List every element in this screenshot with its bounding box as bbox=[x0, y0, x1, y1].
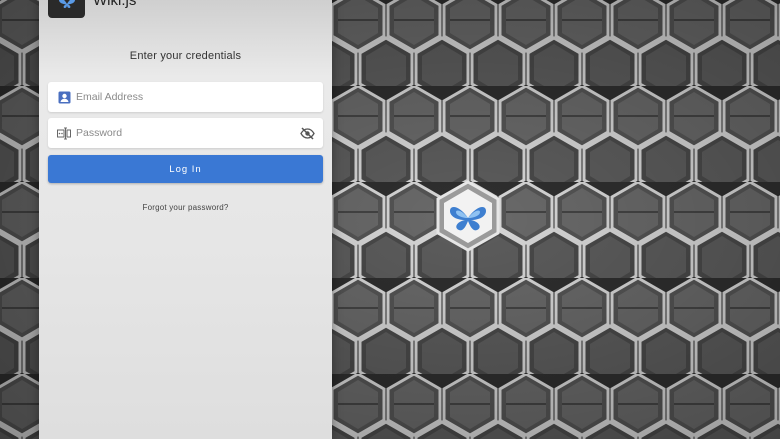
account-box-icon bbox=[57, 90, 71, 104]
password-dots-icon bbox=[57, 126, 71, 140]
eye-off-icon[interactable] bbox=[299, 125, 315, 141]
email-field[interactable]: Email Address bbox=[48, 82, 323, 112]
login-subtitle: Enter your credentials bbox=[129, 50, 242, 62]
app-logo bbox=[48, 0, 85, 18]
butterfly-logo-icon bbox=[436, 180, 500, 252]
forgot-password-link[interactable]: Forgot your password? bbox=[39, 203, 332, 212]
butterfly-logo-icon bbox=[58, 0, 75, 8]
email-placeholder: Email Address bbox=[76, 91, 144, 103]
password-placeholder: Password bbox=[76, 127, 123, 139]
login-button[interactable]: Log In bbox=[48, 155, 323, 183]
app-name: Wiki.js bbox=[93, 0, 137, 9]
password-field[interactable]: Password bbox=[48, 118, 323, 148]
login-panel: Wiki.js Enter your credentials Email Add… bbox=[39, 0, 332, 439]
